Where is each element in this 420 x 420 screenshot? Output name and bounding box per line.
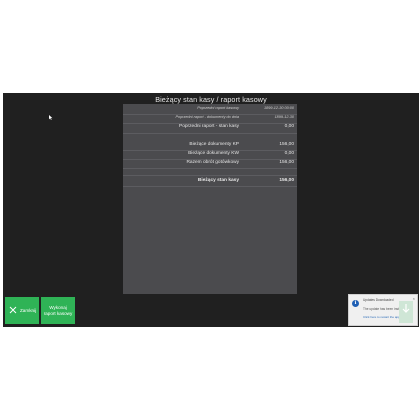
cash-report-button[interactable]: Wykonaj raport kasowy [41, 297, 75, 324]
update-notification[interactable]: i Updates Downloaded The update has been… [348, 294, 418, 326]
mouse-cursor-icon [49, 115, 53, 120]
close-button-label: Zamknij [20, 308, 37, 313]
app-window: Bieżący stan kasy / raport kasowy Poprze… [3, 93, 419, 327]
row-current-balance: Bieżący stan kasy 156,00 [123, 177, 297, 186]
row-value: 156,00 [279, 160, 294, 165]
row-divider [123, 186, 297, 187]
cash-report-label-line2: raport kasowy [43, 310, 73, 316]
row-previous-report-docs: Poprzedni raport - dokumenty do dnia 189… [123, 114, 297, 123]
row-label: Bieżący stan kasy [197, 178, 239, 183]
row-value: 1899-12-30 [274, 115, 294, 119]
row-divider [123, 168, 297, 169]
download-arrow-icon [402, 304, 410, 313]
window-title: Bieżący stan kasy / raport kasowy [155, 95, 267, 104]
download-icon [399, 301, 413, 323]
row-label: Razem obrót gotówkowy [186, 160, 239, 165]
row-previous-report: Poprzedni raport kasowy 1899-12-30 00:00 [123, 105, 297, 114]
row-value: 1899-12-30 00:00 [264, 106, 294, 110]
close-button[interactable]: Zamknij [5, 297, 39, 324]
row-value: 156,00 [279, 142, 294, 147]
row-divider [123, 133, 297, 134]
row-current-kp: Bieżące dokumenty KP 156,00 [123, 141, 297, 150]
row-value: 0,00 [284, 124, 294, 129]
row-total-cash: Razem obrót gotówkowy 156,00 [123, 159, 297, 168]
cash-report-label-line1: Wykonaj [49, 305, 67, 310]
row-label: Bieżące dokumenty KP [189, 142, 239, 147]
info-icon: i [352, 300, 359, 307]
row-value: 0,00 [284, 151, 294, 156]
notification-title: Updates Downloaded [363, 298, 394, 302]
row-label: Bieżące dokumenty KW [188, 151, 239, 156]
row-previous-report-balance: Poprzedni raport - stan kasy 0,00 [123, 123, 297, 132]
row-label: Poprzedni raport kasowy [197, 106, 239, 110]
row-label: Poprzedni raport - dokumenty do dnia [175, 115, 239, 119]
row-current-kw: Bieżące dokumenty KW 0,00 [123, 150, 297, 159]
row-value: 156,00 [279, 178, 294, 183]
row-label: Poprzedni raport - stan kasy [179, 124, 239, 129]
row-divider [123, 175, 297, 176]
notification-close-icon[interactable]: × [413, 296, 415, 301]
cash-report-panel: Poprzedni raport kasowy 1899-12-30 00:00… [123, 104, 297, 294]
close-icon [9, 306, 17, 314]
cash-report-button-label: Wykonaj raport kasowy [41, 305, 75, 316]
